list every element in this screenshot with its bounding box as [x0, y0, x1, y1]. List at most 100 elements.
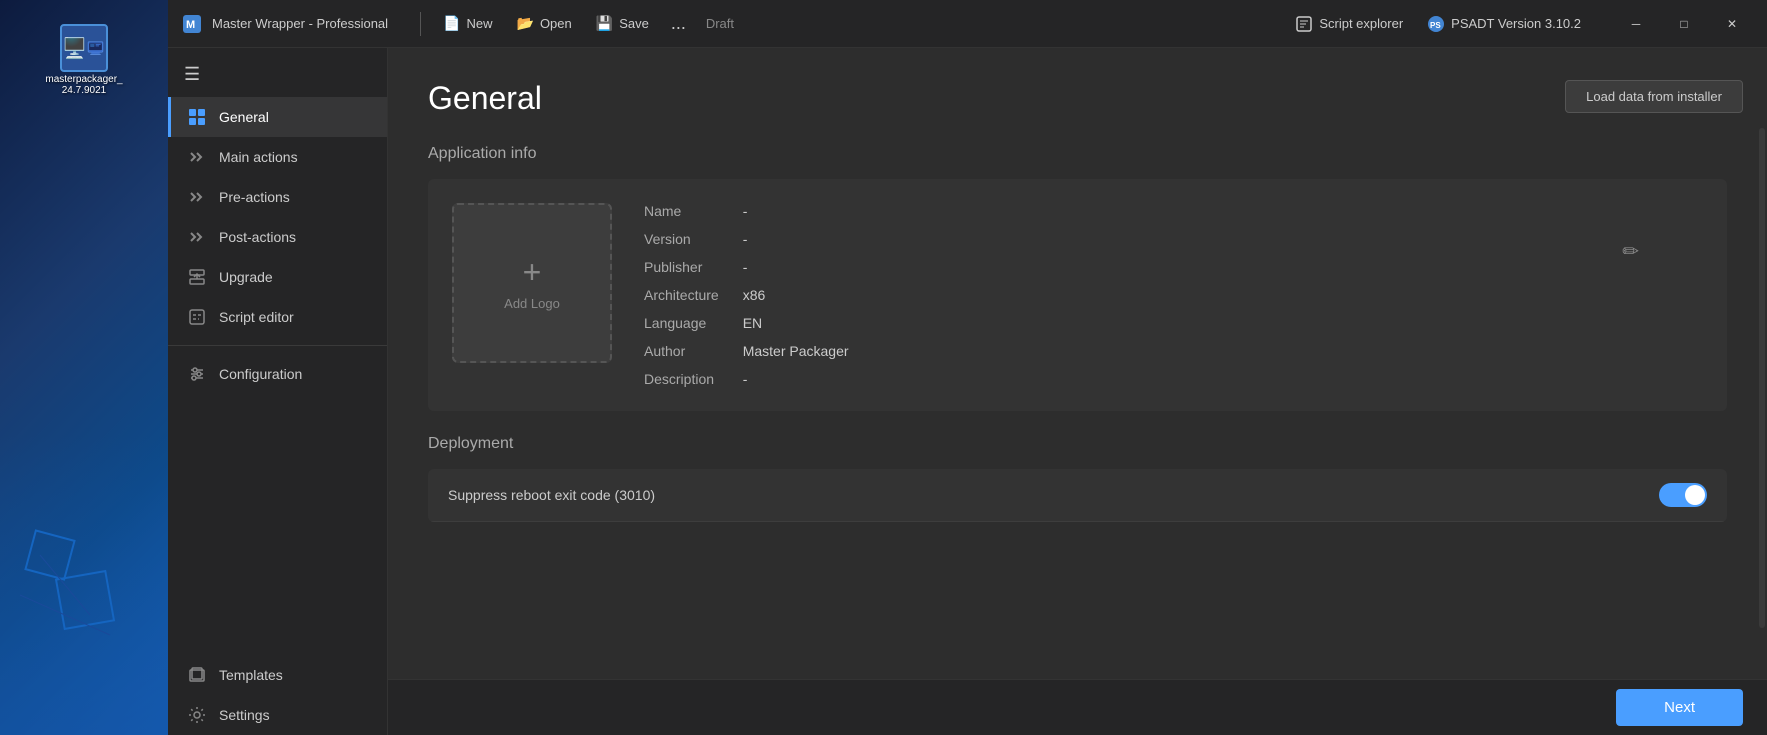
titlebar-title: Master Wrapper - Professional	[212, 16, 388, 31]
suppress-reboot-label: Suppress reboot exit code (3010)	[448, 487, 1659, 503]
sidebar-item-templates[interactable]: Templates	[168, 655, 387, 695]
sidebar-item-upgrade[interactable]: Upgrade	[168, 257, 387, 297]
sidebar-item-settings[interactable]: Settings	[168, 695, 387, 735]
new-icon: 📄	[443, 15, 460, 32]
name-label: Name	[644, 203, 719, 219]
architecture-label: Architecture	[644, 287, 719, 303]
desktop-icon-label: masterpackager_24.7.9021	[44, 74, 124, 96]
sidebar-item-general-label: General	[219, 109, 269, 125]
open-label: Open	[540, 16, 572, 31]
version-value: -	[743, 231, 1639, 247]
logo-label: Add Logo	[504, 296, 560, 311]
publisher-value: -	[743, 259, 1639, 275]
svg-text:M: M	[186, 19, 195, 31]
deployment-section: Suppress reboot exit code (3010)	[428, 469, 1727, 522]
publisher-label: Publisher	[644, 259, 719, 275]
desktop-icon-image	[60, 24, 108, 72]
save-icon: 💾	[596, 15, 613, 32]
script-explorer-button[interactable]: Script explorer	[1287, 11, 1411, 37]
sidebar-item-configuration-label: Configuration	[219, 366, 302, 382]
window-controls: ─ □ ✕	[1613, 8, 1755, 40]
sidebar-item-post-actions-label: Post-actions	[219, 229, 296, 245]
sidebar-item-post-actions[interactable]: Post-actions	[168, 217, 387, 257]
version-label: Version	[644, 231, 719, 247]
logo-plus-icon: +	[523, 256, 542, 288]
minimize-button[interactable]: ─	[1613, 8, 1659, 40]
open-button[interactable]: 📂 Open	[507, 8, 582, 40]
psadt-icon: PS	[1427, 15, 1445, 33]
save-label: Save	[619, 16, 649, 31]
load-data-button[interactable]: Load data from installer	[1565, 80, 1743, 113]
sidebar-item-pre-actions[interactable]: Pre-actions	[168, 177, 387, 217]
sidebar-item-main-actions[interactable]: Main actions	[168, 137, 387, 177]
maximize-button[interactable]: □	[1661, 8, 1707, 40]
architecture-value: x86	[743, 287, 1639, 303]
draft-label: Draft	[706, 16, 734, 31]
author-label: Author	[644, 343, 719, 359]
templates-icon	[187, 665, 207, 685]
page-footer: Next	[388, 679, 1767, 735]
sidebar-item-templates-label: Templates	[219, 667, 283, 683]
upgrade-icon	[187, 267, 207, 287]
suppress-reboot-toggle[interactable]	[1659, 483, 1707, 507]
next-button[interactable]: Next	[1616, 689, 1743, 726]
post-actions-icon	[187, 227, 207, 247]
save-button[interactable]: 💾 Save	[586, 8, 659, 40]
page-scrollbar[interactable]	[1759, 128, 1765, 628]
script-editor-icon	[187, 307, 207, 327]
sidebar-item-upgrade-label: Upgrade	[219, 269, 273, 285]
deployment-row-suppress-reboot: Suppress reboot exit code (3010)	[428, 469, 1727, 522]
script-explorer-icon	[1295, 15, 1313, 33]
main-actions-icon	[187, 147, 207, 167]
sidebar-item-script-editor[interactable]: Script editor	[168, 297, 387, 337]
language-value: EN	[743, 315, 1639, 331]
configuration-icon	[187, 364, 207, 384]
app-info-card: + Add Logo Name - Version - Publisher - …	[428, 179, 1727, 411]
sidebar-item-settings-label: Settings	[219, 707, 270, 723]
add-logo-button[interactable]: + Add Logo	[452, 203, 612, 363]
page-content: General Load data from installer Applica…	[388, 48, 1767, 735]
sidebar-item-script-editor-label: Script editor	[219, 309, 294, 325]
main-content: ☰ General	[168, 48, 1767, 735]
settings-icon	[187, 705, 207, 725]
titlebar-right: Script explorer PS PSADT Version 3.10.2 …	[1287, 8, 1755, 40]
deployment-section-title: Deployment	[428, 435, 1727, 453]
svg-text:PS: PS	[1430, 21, 1441, 30]
sidebar-item-main-actions-label: Main actions	[219, 149, 298, 165]
page-title: General	[428, 80, 1727, 117]
more-options-button[interactable]: ...	[663, 9, 694, 38]
sidebar-item-configuration[interactable]: Configuration	[168, 354, 387, 394]
language-label: Language	[644, 315, 719, 331]
author-value: Master Packager	[743, 343, 1639, 359]
description-value: -	[743, 371, 1639, 387]
script-explorer-label: Script explorer	[1319, 16, 1403, 31]
sidebar-spacer	[168, 394, 387, 655]
psadt-version-label: PSADT Version 3.10.2	[1451, 16, 1581, 31]
new-label: New	[466, 16, 492, 31]
sidebar-divider	[168, 345, 387, 346]
sidebar-item-general[interactable]: General	[168, 97, 387, 137]
geo-decoration	[10, 475, 150, 675]
pre-actions-icon	[187, 187, 207, 207]
desktop-icon-masterpackager[interactable]: masterpackager_24.7.9021	[40, 20, 128, 100]
sidebar-item-pre-actions-label: Pre-actions	[219, 189, 290, 205]
app-logo: M	[180, 12, 204, 36]
edit-icon: ✏	[1622, 241, 1639, 263]
titlebar-actions: 📄 New 📂 Open 💾 Save ... Draft	[433, 8, 734, 40]
close-button[interactable]: ✕	[1709, 8, 1755, 40]
sidebar: ☰ General	[168, 48, 388, 735]
desktop: masterpackager_24.7.9021	[0, 0, 168, 735]
new-button[interactable]: 📄 New	[433, 8, 502, 40]
name-value: -	[743, 203, 1639, 219]
titlebar-separator	[420, 12, 421, 36]
app-info-section-title: Application info	[428, 145, 1727, 163]
psadt-version-info: PS PSADT Version 3.10.2	[1427, 15, 1581, 33]
general-icon	[187, 107, 207, 127]
description-label: Description	[644, 371, 719, 387]
edit-button[interactable]: ✏	[1618, 235, 1643, 268]
open-icon: 📂	[517, 15, 534, 32]
app-info-fields: Name - Version - Publisher - Architectur…	[644, 203, 1639, 387]
page-body: General Load data from installer Applica…	[388, 48, 1767, 679]
hamburger-button[interactable]: ☰	[168, 56, 387, 93]
app-window: M Master Wrapper - Professional 📄 New 📂 …	[168, 0, 1767, 735]
